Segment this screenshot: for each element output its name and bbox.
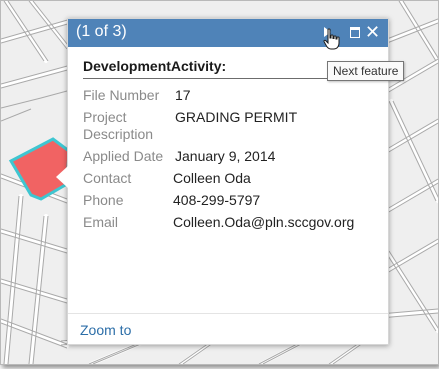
attribute-row: Contact Colleen Oda [83, 170, 383, 187]
attribute-value: 17 [175, 87, 191, 103]
attribute-row: Phone 408-299-5797 [83, 192, 383, 209]
attribute-label: File Number [83, 87, 160, 103]
next-feature-tooltip: Next feature [327, 61, 405, 81]
map-window: (1 of 3) ✕ Next feature DevelopmentActiv… [0, 0, 439, 365]
attribute-table: File Number 17 Project Description GRADI… [83, 87, 383, 236]
close-icon[interactable]: ✕ [365, 22, 381, 42]
attribute-label: Phone [83, 192, 124, 208]
popup-footer: Zoom to [68, 313, 388, 345]
attribute-label: Email [83, 214, 119, 230]
attribute-value: 408-299-5797 [173, 192, 261, 208]
attribute-label: Applied Date [83, 148, 164, 164]
attribute-value: Colleen Oda [173, 170, 251, 186]
attribute-row: File Number 17 [83, 87, 383, 104]
attribute-row: Applied Date January 9, 2014 [83, 148, 383, 165]
attribute-row: Email Colleen.Oda@pln.sccgov.org [83, 214, 383, 231]
feature-count: (1 of 3) [76, 23, 127, 40]
attribute-value: Colleen.Oda@pln.sccgov.org [173, 214, 355, 230]
attribute-value: January 9, 2014 [175, 148, 276, 164]
popup-header: (1 of 3) ✕ [68, 19, 388, 50]
attribute-label: Project Description [83, 109, 154, 142]
attribute-label: Contact [83, 170, 132, 186]
feature-popup: (1 of 3) ✕ Next feature DevelopmentActiv… [56, 18, 405, 345]
popup-title: DevelopmentActivity: [83, 58, 227, 74]
attribute-value: GRADING PERMIT [175, 109, 298, 125]
attribute-row: Project Description GRADING PERMIT [83, 109, 383, 143]
zoom-to-link[interactable]: Zoom to [80, 322, 131, 338]
hand-pointer-icon [323, 28, 340, 50]
maximize-icon[interactable] [349, 22, 363, 42]
popup-pointer [56, 166, 68, 188]
